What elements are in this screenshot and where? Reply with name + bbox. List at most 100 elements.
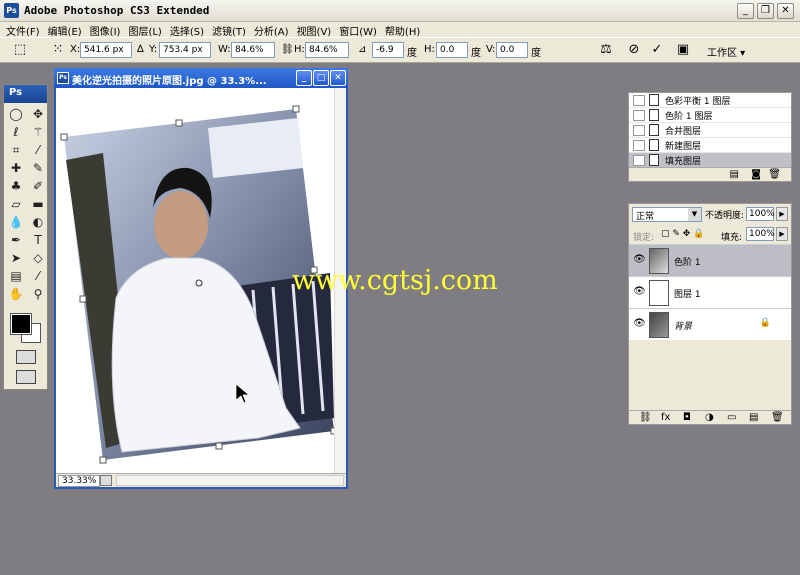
shape-tool-icon[interactable]: ◇ bbox=[28, 250, 48, 267]
app-titlebar: Ps Adobe Photoshop CS3 Extended _ ❐ ✕ bbox=[0, 0, 800, 22]
dodge-tool-icon[interactable]: ◐ bbox=[28, 214, 48, 231]
history-item[interactable]: 色阶 1 图层 bbox=[629, 108, 791, 123]
minimize-button[interactable]: _ bbox=[737, 3, 754, 19]
menu-file[interactable]: 文件(F) bbox=[4, 22, 46, 38]
fill-arrow-icon[interactable]: ▶ bbox=[776, 227, 788, 241]
opacity-arrow-icon[interactable]: ▶ bbox=[776, 207, 788, 221]
layer-row[interactable]: 👁 图层 1 bbox=[629, 276, 791, 308]
notes-tool-icon[interactable]: ▤ bbox=[6, 268, 26, 285]
width-field[interactable]: 84.6% bbox=[231, 42, 275, 58]
height-field[interactable]: 84.6% bbox=[305, 42, 349, 58]
gradient-tool-icon[interactable]: ▬ bbox=[28, 196, 48, 213]
layer-name: 图层 1 bbox=[674, 290, 701, 300]
eye-icon[interactable]: 👁 bbox=[633, 286, 646, 297]
vskew-field[interactable]: 0.0 bbox=[496, 42, 528, 58]
stamp-tool-icon[interactable]: ♣ bbox=[6, 178, 26, 195]
eye-icon[interactable]: 👁 bbox=[633, 318, 646, 329]
history-checkbox[interactable] bbox=[633, 109, 645, 121]
history-item[interactable]: 合并图层 bbox=[629, 123, 791, 138]
menu-filter[interactable]: 滤镜(T) bbox=[210, 22, 252, 38]
fx-icon[interactable]: fx bbox=[661, 412, 670, 423]
h-label: H: bbox=[294, 44, 305, 55]
chevron-down-icon[interactable]: ▼ bbox=[688, 208, 701, 221]
zoom-level[interactable]: 33.33% bbox=[58, 475, 101, 487]
blend-mode-select[interactable]: 正常 ▼ bbox=[632, 207, 702, 222]
menu-view[interactable]: 视图(V) bbox=[295, 22, 338, 38]
document-titlebar[interactable]: Ps 美化逆光拍摄的照片原图.jpg @ 33.3%... _ □ ✕ bbox=[54, 68, 348, 88]
x-field[interactable]: 541.6 px bbox=[80, 42, 132, 58]
new-document-icon[interactable]: ▤ bbox=[730, 169, 739, 180]
layer-row[interactable]: 👁 背景 🔒 bbox=[629, 308, 791, 340]
new-snapshot-icon[interactable]: ◙ bbox=[751, 169, 761, 180]
toolbox: Ps ◯ ✥ ℓ ⚚ ⌗ ⁄ ✚ ✎ ♣ ✐ ▱ ▬ 💧 ◐ ✒ T ➤ ◇ ▤… bbox=[3, 84, 48, 390]
add-mask-icon[interactable]: ◘ bbox=[683, 412, 691, 423]
link-icon[interactable]: ⛓ bbox=[281, 44, 294, 55]
magic-wand-tool-icon[interactable]: ⚚ bbox=[28, 124, 48, 141]
menu-help[interactable]: 帮助(H) bbox=[383, 22, 426, 38]
history-item-selected[interactable]: 填充图层 bbox=[629, 153, 791, 168]
menu-window[interactable]: 窗口(W) bbox=[337, 22, 383, 38]
fill-field[interactable]: 100% bbox=[746, 227, 775, 241]
hskew-field[interactable]: 0.0 bbox=[436, 42, 468, 58]
status-menu-icon[interactable] bbox=[100, 475, 112, 486]
new-group-icon[interactable]: ▭ bbox=[727, 412, 736, 423]
foreground-color-swatch[interactable] bbox=[10, 313, 32, 335]
crop-tool-icon[interactable]: ⌗ bbox=[6, 142, 26, 159]
doc-maximize-button[interactable]: □ bbox=[313, 70, 329, 86]
history-checkbox[interactable] bbox=[633, 154, 645, 166]
trash-icon[interactable]: 🗑 bbox=[768, 169, 781, 180]
y-field[interactable]: 753.4 px bbox=[159, 42, 211, 58]
quick-mask-icon[interactable] bbox=[16, 350, 36, 364]
move-tool-icon[interactable]: ✥ bbox=[28, 106, 48, 123]
marquee-tool-icon[interactable]: ◯ bbox=[6, 106, 26, 123]
link-layers-icon[interactable]: ⛓ bbox=[639, 412, 652, 423]
angle-field[interactable]: -6.9 bbox=[372, 42, 404, 58]
trash-icon[interactable]: 🗑 bbox=[771, 412, 784, 423]
history-checkbox[interactable] bbox=[633, 124, 645, 136]
close-button[interactable]: ✕ bbox=[777, 3, 794, 19]
restore-button[interactable]: ❐ bbox=[757, 3, 774, 19]
menu-edit[interactable]: 编辑(E) bbox=[46, 22, 88, 38]
healing-tool-icon[interactable]: ✚ bbox=[6, 160, 26, 177]
history-brush-icon[interactable]: ✐ bbox=[28, 178, 48, 195]
hand-tool-icon[interactable]: ✋ bbox=[6, 286, 26, 303]
workspace-button[interactable]: 工作区 ▾ bbox=[707, 44, 745, 59]
type-tool-icon[interactable]: T bbox=[28, 232, 48, 249]
menu-select[interactable]: 选择(S) bbox=[168, 22, 210, 38]
new-layer-icon[interactable]: ▤ bbox=[749, 412, 758, 423]
hskew-unit: 度 bbox=[471, 48, 481, 59]
lock-options-icon[interactable]: ▢ ✎ ✥ 🔒 bbox=[661, 229, 704, 239]
history-item[interactable]: 色彩平衡 1 图层 bbox=[629, 93, 791, 108]
zoom-tool-icon[interactable]: ⚲ bbox=[28, 286, 48, 303]
layer-row[interactable]: 👁 色阶 1 bbox=[629, 244, 791, 276]
horizontal-scrollbar[interactable] bbox=[116, 475, 344, 486]
eraser-tool-icon[interactable]: ▱ bbox=[6, 196, 26, 213]
menu-analysis[interactable]: 分析(A) bbox=[252, 22, 295, 38]
doc-minimize-button[interactable]: _ bbox=[296, 70, 312, 86]
warp-icon[interactable]: ⚖ bbox=[597, 42, 615, 58]
slice-tool-icon[interactable]: ⁄ bbox=[28, 142, 48, 159]
eye-icon[interactable]: 👁 bbox=[633, 254, 646, 265]
adjustment-layer-icon[interactable]: ◑ bbox=[705, 412, 714, 423]
transform-tool-icon[interactable]: ⬚ bbox=[8, 42, 32, 58]
lasso-tool-icon[interactable]: ℓ bbox=[6, 124, 26, 141]
blur-tool-icon[interactable]: 💧 bbox=[6, 214, 26, 231]
brush-tool-icon[interactable]: ✎ bbox=[28, 160, 48, 177]
eyedropper-tool-icon[interactable]: ⁄ bbox=[28, 268, 48, 285]
doc-close-button[interactable]: ✕ bbox=[330, 70, 346, 86]
pen-tool-icon[interactable]: ✒ bbox=[6, 232, 26, 249]
layer-name: 背景 bbox=[674, 322, 693, 332]
reference-point-icon[interactable]: ⁙ bbox=[50, 42, 66, 58]
color-swatches bbox=[9, 310, 45, 344]
history-checkbox[interactable] bbox=[633, 139, 645, 151]
history-item[interactable]: 新建图层 bbox=[629, 138, 791, 153]
path-select-icon[interactable]: ➤ bbox=[6, 250, 26, 267]
menu-image[interactable]: 图像(I) bbox=[88, 22, 127, 38]
menu-layer[interactable]: 图层(L) bbox=[126, 22, 167, 38]
commit-transform-icon[interactable]: ✓ bbox=[648, 42, 666, 58]
history-checkbox[interactable] bbox=[633, 94, 645, 106]
bridge-icon[interactable]: ▣ bbox=[673, 42, 693, 58]
screen-mode-icon[interactable] bbox=[16, 370, 36, 384]
cancel-transform-icon[interactable]: ⊘ bbox=[625, 42, 643, 58]
opacity-field[interactable]: 100% bbox=[746, 207, 775, 221]
